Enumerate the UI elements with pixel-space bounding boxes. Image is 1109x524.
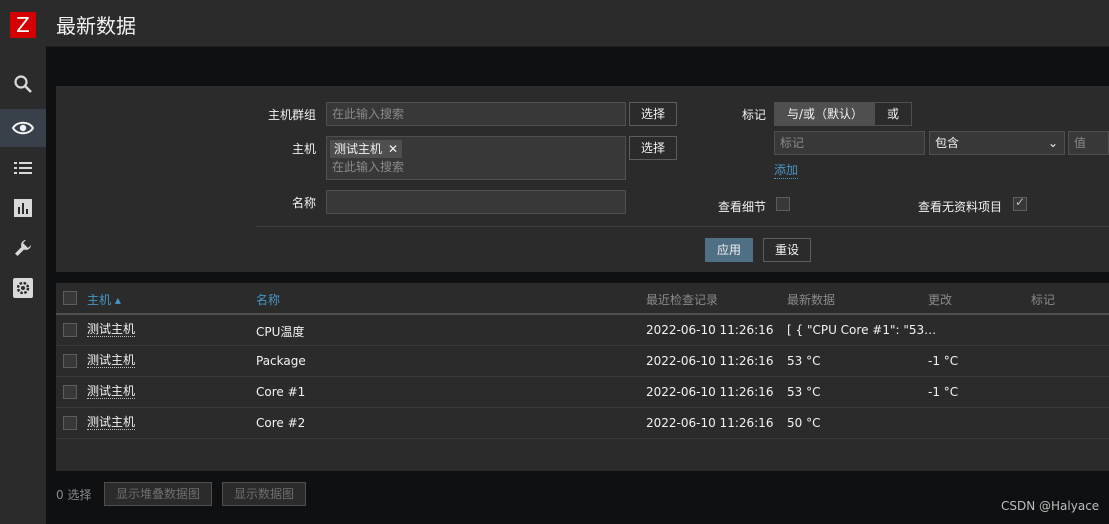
toggle-or[interactable]: 或	[875, 103, 912, 125]
row-checkbox[interactable]	[63, 385, 77, 399]
show-details-label: 查看细节	[717, 200, 766, 214]
row-item-name: Core #2	[256, 416, 306, 430]
search-icon	[14, 75, 32, 93]
filter-divider	[256, 226, 1109, 227]
table-row[interactable]: 测试主机 CPU温度 2022-06-10 11:26:16 [ { "CPU …	[56, 315, 1109, 346]
row-host-link[interactable]: 测试主机	[87, 385, 136, 399]
show-details-checkbox[interactable]	[776, 197, 790, 211]
name-label: 名称	[291, 196, 316, 210]
row-item-name: Package	[256, 354, 306, 368]
column-last-check: 最近检查记录	[646, 293, 719, 307]
table-row[interactable]: 测试主机 Package 2022-06-10 11:26:16 53 °C -…	[56, 346, 1109, 377]
column-name[interactable]: 名称	[256, 291, 280, 308]
add-tag-link[interactable]: 添加	[774, 161, 799, 179]
page-header: 最新数据	[46, 0, 1109, 47]
list-icon	[14, 162, 32, 174]
toggle-and-or[interactable]: 与/或（默认）	[775, 103, 876, 125]
row-item-name: CPU温度	[256, 325, 305, 339]
table-row[interactable]: 测试主机 Core #2 2022-06-10 11:26:16 50 °C	[56, 408, 1109, 439]
eye-icon	[12, 121, 34, 135]
row-change: -1 °C	[928, 354, 959, 368]
nav-search[interactable]	[0, 65, 46, 103]
host-group-label: 主机群组	[267, 108, 316, 122]
row-last-value: 53 °C	[787, 385, 821, 399]
row-item-name: Core #1	[256, 385, 306, 399]
row-host-link[interactable]: 测试主机	[87, 354, 136, 368]
nav-inventory[interactable]	[0, 149, 46, 187]
tags-evaltype-toggle[interactable]: 与/或（默认） 或	[774, 102, 913, 126]
table-row[interactable]: 测试主机 Core #1 2022-06-10 11:26:16 53 °C -…	[56, 377, 1109, 408]
row-checkbox[interactable]	[63, 416, 77, 430]
select-all-checkbox[interactable]	[63, 291, 77, 305]
row-last-check: 2022-06-10 11:26:16	[646, 416, 774, 430]
row-last-value: 53 °C	[787, 354, 821, 368]
host-select-button[interactable]: 选择	[629, 136, 677, 160]
nav-administration[interactable]	[0, 269, 46, 307]
selected-count: 0 选择	[56, 488, 92, 502]
host-input-placeholder: 在此输入搜索	[332, 160, 405, 174]
latest-data-table: 主机 ▴ 名称 最近检查记录 最新数据 更改 标记 测试主机 CPU温度 202…	[56, 283, 1109, 471]
filter-panel: 主机群组 在此输入搜索 选择 主机 测试主机 ✕ 在此输入搜索 选择 名称 标记 …	[56, 86, 1109, 272]
sidebar: Z	[0, 0, 46, 524]
name-input[interactable]	[326, 190, 626, 214]
nav-monitoring[interactable]	[0, 109, 46, 147]
row-last-check: 2022-06-10 11:26:16	[646, 385, 774, 399]
close-icon[interactable]: ✕	[388, 142, 398, 156]
chevron-down-icon: ⌄	[1047, 136, 1058, 150]
host-chip-label: 测试主机	[334, 142, 383, 156]
host-chip[interactable]: 测试主机 ✕	[330, 140, 403, 158]
row-last-value: 50 °C	[787, 416, 821, 430]
graph-button[interactable]: 显示数据图	[222, 482, 306, 506]
apply-button[interactable]: 应用	[705, 238, 753, 262]
nav-configuration[interactable]	[0, 229, 46, 267]
chart-icon	[14, 199, 32, 217]
host-label: 主机	[291, 142, 316, 156]
row-last-check: 2022-06-10 11:26:16	[646, 323, 774, 337]
row-last-value: [ { "CPU Core #1": "53…	[787, 323, 937, 337]
row-last-check: 2022-06-10 11:26:16	[646, 354, 774, 368]
column-change: 更改	[928, 293, 953, 307]
page-title: 最新数据	[56, 14, 136, 38]
logo-letter: Z	[16, 13, 30, 37]
host-group-select-button[interactable]: 选择	[629, 102, 677, 126]
row-checkbox[interactable]	[63, 354, 77, 368]
column-host[interactable]: 主机 ▴	[87, 291, 121, 308]
nav-reports[interactable]	[0, 189, 46, 227]
row-host-link[interactable]: 测试主机	[87, 416, 136, 430]
tag-operator-value: 包含	[935, 136, 960, 150]
tags-label: 标记	[741, 108, 766, 122]
watermark: CSDN @Halyace	[1001, 499, 1100, 513]
row-change: -1 °C	[928, 385, 959, 399]
row-checkbox[interactable]	[63, 323, 77, 337]
show-without-data-checkbox[interactable]	[1013, 195, 1027, 211]
gear-icon	[13, 278, 33, 298]
host-group-input[interactable]: 在此输入搜索	[326, 102, 626, 126]
column-tags: 标记	[1031, 293, 1056, 307]
host-input[interactable]: 测试主机 ✕ 在此输入搜索	[326, 136, 626, 180]
zabbix-logo[interactable]: Z	[10, 12, 36, 38]
tag-value-input[interactable]: 值	[1068, 131, 1109, 155]
reset-button[interactable]: 重设	[763, 238, 811, 262]
table-header: 主机 ▴ 名称 最近检查记录 最新数据 更改 标记	[56, 283, 1109, 315]
tag-operator-select[interactable]: 包含 ⌄	[929, 131, 1065, 155]
show-without-data-label: 查看无资料项目	[917, 200, 1002, 214]
row-host-link[interactable]: 测试主机	[87, 323, 136, 337]
wrench-icon	[15, 240, 31, 256]
column-last-value: 最新数据	[787, 293, 836, 307]
tag-name-input[interactable]: 标记	[774, 131, 925, 155]
stacked-graph-button[interactable]: 显示堆叠数据图	[104, 482, 212, 506]
